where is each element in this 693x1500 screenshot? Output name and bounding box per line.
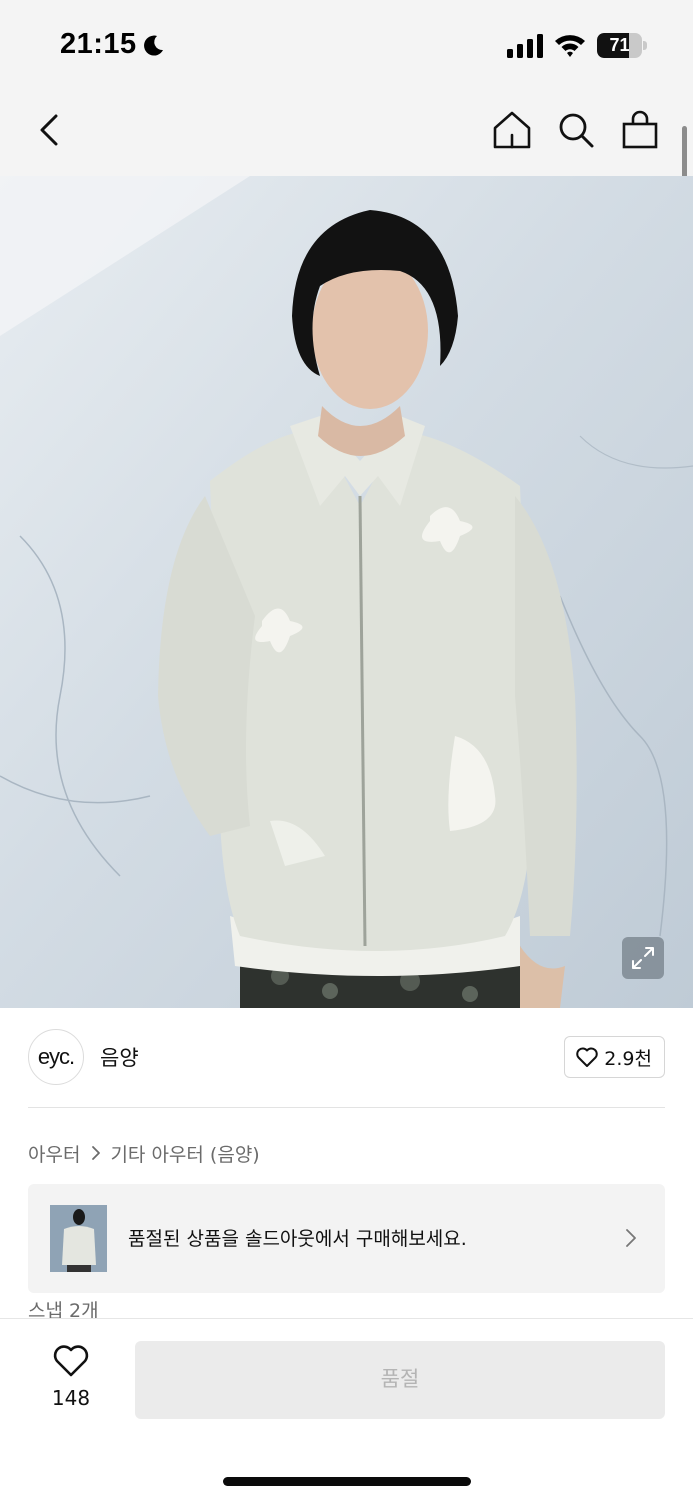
soldout-banner-text: 품절된 상품을 솔드아웃에서 구매해보세요. — [128, 1228, 467, 1250]
brand-logo[interactable]: eyc. — [28, 1029, 84, 1085]
heart-icon — [576, 1047, 599, 1067]
battery-level: 71 — [609, 35, 630, 55]
brand-like-count: 2.9천 — [604, 1047, 652, 1070]
status-bar: 21:15 71 — [0, 0, 693, 92]
soldout-buy-button[interactable]: 품절 — [135, 1341, 665, 1419]
wifi-icon — [555, 35, 585, 57]
wish-count: 148 — [51, 1386, 91, 1410]
expand-icon[interactable] — [622, 937, 664, 979]
top-nav-bar — [0, 92, 693, 176]
breadcrumb: 아우터 기타 아우터 (음양) — [28, 1139, 260, 1167]
chevron-right-icon — [626, 1229, 636, 1247]
search-icon[interactable] — [554, 108, 598, 152]
moon-icon — [144, 35, 163, 56]
status-time: 21:15 — [60, 28, 137, 60]
divider — [28, 1107, 665, 1108]
soldout-promo-banner[interactable]: 품절된 상품을 솔드아웃에서 구매해보세요. — [28, 1184, 665, 1293]
chevron-right-icon — [92, 1146, 101, 1160]
product-image[interactable] — [0, 176, 693, 1008]
home-icon[interactable] — [490, 108, 534, 152]
heart-icon[interactable] — [52, 1344, 90, 1378]
snap-count-label: 스냅 2개 — [28, 1300, 99, 1318]
brand-row: eyc. 음양 2.9천 — [28, 1028, 665, 1086]
soldout-thumbnail — [50, 1205, 107, 1272]
brand-name[interactable]: 음양 — [100, 1042, 139, 1072]
home-indicator — [223, 1477, 471, 1486]
breadcrumb-category[interactable]: 아우터 — [28, 1140, 80, 1167]
breadcrumb-subcategory[interactable]: 기타 아우터 (음양) — [110, 1140, 259, 1167]
signal-icon — [507, 34, 543, 58]
brand-like-button[interactable]: 2.9천 — [564, 1036, 665, 1078]
back-icon[interactable] — [30, 108, 70, 152]
battery-icon: 71 — [597, 33, 647, 58]
shopping-bag-icon[interactable] — [618, 108, 662, 152]
bottom-action-bar: 148 품절 — [0, 1318, 693, 1500]
